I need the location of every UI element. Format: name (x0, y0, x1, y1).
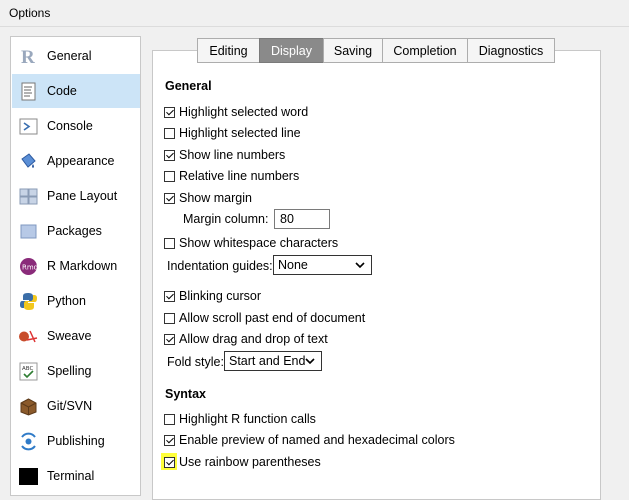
relative-line-numbers-checkbox[interactable] (164, 170, 175, 182)
window-title: Options (9, 6, 51, 20)
blinking-cursor-option[interactable]: Blinking cursor (164, 288, 261, 304)
code-document-icon (21, 82, 36, 101)
sidebar-item-console[interactable]: Console (12, 109, 140, 143)
color-preview-option[interactable]: Enable preview of named and hexadecimal … (164, 432, 455, 448)
highlight-r-function-calls-option[interactable]: Highlight R function calls (164, 411, 316, 427)
option-label: Highlight R function calls (179, 412, 316, 426)
scroll-past-end-option[interactable]: Allow scroll past end of document (164, 310, 365, 326)
show-margin-option[interactable]: Show margin (164, 190, 252, 206)
sidebar-item-sweave[interactable]: Sweave (12, 319, 140, 353)
sidebar-item-label: General (47, 49, 92, 63)
tab-diagnostics[interactable]: Diagnostics (467, 38, 555, 63)
show-line-numbers-checkbox[interactable] (164, 149, 175, 161)
margin-column-input[interactable]: 80 (274, 209, 330, 229)
option-label: Show margin (179, 191, 252, 205)
svg-text:Rmd: Rmd (22, 264, 38, 272)
spellcheck-icon: ABC (19, 362, 38, 381)
sidebar-item-label: Packages (47, 224, 102, 238)
option-label: Show whitespace characters (179, 236, 339, 250)
git-box-icon (20, 398, 37, 416)
tab-completion[interactable]: Completion (382, 38, 467, 63)
drag-drop-checkbox[interactable] (164, 333, 175, 345)
highlight-r-function-calls-checkbox[interactable] (164, 413, 175, 425)
option-label: Use rainbow parentheses (179, 455, 321, 469)
option-label: Allow scroll past end of document (179, 311, 366, 325)
scroll-past-end-checkbox[interactable] (164, 312, 175, 324)
sidebar-item-publishing[interactable]: Publishing (12, 424, 140, 458)
tab-bar: Editing Display Saving Completion Diagno… (197, 38, 555, 63)
packages-icon (20, 224, 37, 239)
sweave-pdf-icon (19, 330, 38, 343)
section-title-syntax: Syntax (165, 387, 206, 401)
show-whitespace-checkbox[interactable] (164, 237, 175, 249)
option-label: Show line numbers (179, 148, 286, 162)
console-prompt-icon (19, 118, 38, 135)
highlight-selected-word-option[interactable]: Highlight selected word (164, 104, 308, 120)
sidebar-item-packages[interactable]: Packages (12, 214, 140, 248)
sidebar-item-spelling[interactable]: ABC Spelling (12, 354, 140, 388)
sidebar-item-label: Code (47, 84, 77, 98)
python-logo-icon (20, 293, 37, 310)
sidebar-item-terminal[interactable]: Terminal (12, 459, 140, 493)
option-label: Highlight selected line (179, 126, 301, 140)
show-line-numbers-option[interactable]: Show line numbers (164, 147, 285, 163)
sidebar-item-code[interactable]: Code (12, 74, 140, 108)
highlight-selected-line-option[interactable]: Highlight selected line (164, 125, 301, 141)
sidebar-item-label: R Markdown (47, 259, 118, 273)
svg-text:R: R (21, 47, 35, 66)
sidebar-item-r-markdown[interactable]: Rmd R Markdown (12, 249, 140, 283)
options-sidebar: R General Code Console Appearance Pane L… (10, 36, 141, 496)
sidebar-item-label: Pane Layout (47, 189, 118, 203)
option-label: Highlight selected word (179, 105, 309, 119)
sidebar-item-label: Git/SVN (47, 399, 93, 413)
rmd-icon: Rmd (20, 258, 38, 275)
pane-layout-icon (19, 188, 38, 205)
highlight-selected-word-checkbox[interactable] (164, 106, 175, 118)
sidebar-item-pane-layout[interactable]: Pane Layout (12, 179, 140, 213)
chevron-down-icon (305, 358, 315, 365)
chevron-down-icon (355, 262, 365, 269)
sidebar-item-git-svn[interactable]: Git/SVN (12, 389, 140, 423)
show-whitespace-option[interactable]: Show whitespace characters (164, 235, 338, 251)
section-title-general: General (165, 79, 212, 93)
sidebar-item-label: Terminal (47, 469, 95, 483)
sidebar-item-python[interactable]: Python (12, 284, 140, 318)
tab-editing[interactable]: Editing (197, 38, 259, 63)
sidebar-item-label: Sweave (47, 329, 92, 343)
paint-bucket-icon (21, 153, 36, 168)
sidebar-item-general[interactable]: R General (12, 39, 140, 73)
option-label: Blinking cursor (179, 289, 261, 303)
relative-line-numbers-option[interactable]: Relative line numbers (164, 168, 299, 184)
sidebar-item-label: Spelling (47, 364, 92, 378)
color-preview-checkbox[interactable] (164, 434, 175, 446)
fold-style-select[interactable]: Start and End (224, 351, 322, 371)
sidebar-item-label: Publishing (47, 434, 105, 448)
svg-text:ABC: ABC (22, 366, 33, 372)
margin-column-label: Margin column: (183, 212, 269, 226)
r-logo-icon: R (21, 47, 35, 66)
sidebar-item-label: Console (47, 119, 93, 133)
blinking-cursor-checkbox[interactable] (164, 290, 175, 302)
tab-display[interactable]: Display (259, 38, 323, 63)
select-value: Start and End (229, 354, 306, 368)
indentation-guides-label: Indentation guides: (167, 259, 273, 273)
terminal-icon (19, 468, 38, 485)
sidebar-item-appearance[interactable]: Appearance (12, 144, 140, 178)
sidebar-item-label: Python (47, 294, 86, 308)
publishing-icon (21, 432, 36, 451)
tab-saving[interactable]: Saving (323, 38, 382, 63)
rainbow-parentheses-option[interactable]: Use rainbow parentheses (164, 454, 321, 470)
option-label: Allow drag and drop of text (179, 332, 328, 346)
title-bar: Options (0, 0, 629, 27)
drag-drop-option[interactable]: Allow drag and drop of text (164, 331, 328, 347)
sidebar-item-label: Appearance (47, 154, 115, 168)
highlight-selected-line-checkbox[interactable] (164, 127, 175, 139)
option-label: Enable preview of named and hexadecimal … (179, 433, 455, 447)
indentation-guides-select[interactable]: None (273, 255, 372, 275)
option-label: Relative line numbers (179, 169, 300, 183)
rainbow-parentheses-checkbox[interactable] (164, 456, 175, 468)
show-margin-checkbox[interactable] (164, 192, 175, 204)
fold-style-label: Fold style: (167, 355, 224, 369)
select-value: None (278, 258, 308, 272)
